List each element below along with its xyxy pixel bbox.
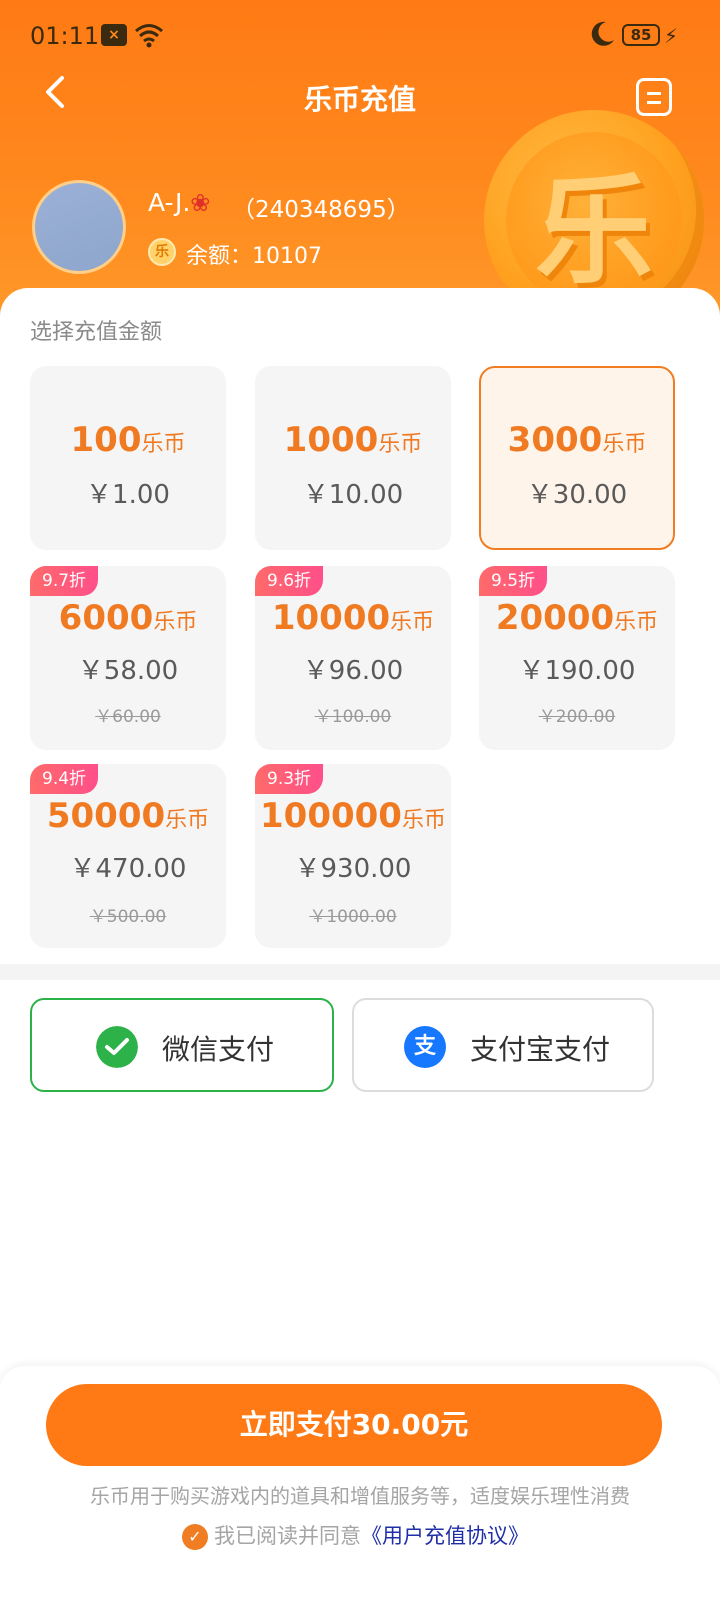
page-title: 乐币充值 <box>303 83 416 116</box>
balance: 余额：10107 <box>186 238 322 270</box>
discount-badge: 9.6折 <box>255 566 324 596</box>
package-coins: 3000乐币 <box>507 420 647 460</box>
package-price: ￥10.00 <box>302 480 404 510</box>
package-tile-20000[interactable]: 9.5折 20000乐币 ￥190.00 ￥200.00 <box>479 566 675 750</box>
avatar <box>32 180 126 274</box>
agree-text: 我已阅读并同意 <box>214 1524 361 1548</box>
package-price: ￥930.00 <box>294 854 412 884</box>
wechat-pay-button[interactable]: 微信支付 <box>30 998 334 1092</box>
package-tile-6000[interactable]: 9.7折 6000乐币 ￥58.00 ￥60.00 <box>30 566 226 750</box>
package-price: ￥96.00 <box>302 656 404 686</box>
package-coins: 20000乐币 <box>495 598 659 638</box>
section-divider <box>0 964 720 980</box>
consumption-note: 乐币用于购买游戏内的道具和增值服务等，适度娱乐理性消费 <box>90 1484 630 1508</box>
package-price: ￥30.00 <box>526 480 628 510</box>
package-coins: 100乐币 <box>70 420 186 460</box>
discount-badge: 9.5折 <box>479 566 548 596</box>
user-name-text: A-J. <box>148 188 191 217</box>
wifi-icon <box>135 24 163 48</box>
package-original-price: ￥200.00 <box>538 707 616 727</box>
sim-icon: × <box>101 24 127 46</box>
user-id: （240348695） <box>232 197 410 223</box>
package-tile-50000[interactable]: 9.4折 50000乐币 ￥470.00 ￥500.00 <box>30 764 226 948</box>
status-bar: 01:11 × 85 ⚡ <box>0 0 720 72</box>
package-tile-100[interactable]: 100乐币 ￥1.00 <box>30 366 226 550</box>
discount-badge: 9.7折 <box>30 566 99 596</box>
alipay-label: 支付宝支付 <box>470 1033 611 1066</box>
package-coins: 1000乐币 <box>283 420 423 460</box>
package-price: ￥58.00 <box>77 656 179 686</box>
coin-illustration-glyph: 乐 <box>506 132 682 308</box>
package-tile-10000[interactable]: 9.6折 10000乐币 ￥96.00 ￥100.00 <box>255 566 451 750</box>
balance-value: 10107 <box>252 244 323 269</box>
battery-icon: 85 <box>622 24 660 46</box>
wechat-pay-label: 微信支付 <box>162 1033 275 1066</box>
package-original-price: ￥100.00 <box>314 707 392 727</box>
package-price: ￥1.00 <box>86 480 170 510</box>
alipay-button[interactable]: 支 支付宝支付 <box>352 998 654 1092</box>
status-time: 01:11 <box>30 22 100 50</box>
discount-badge: 9.3折 <box>255 764 324 794</box>
package-tile-3000[interactable]: 3000乐币 ￥30.00 <box>479 366 675 550</box>
coin-icon: 乐 <box>148 238 176 266</box>
rose-icon: ❀ <box>190 189 211 217</box>
agree-checkbox-icon[interactable]: ✓ <box>182 1524 208 1550</box>
balance-label: 余额： <box>186 244 253 269</box>
package-coins: 50000乐币 <box>46 796 210 836</box>
package-price: ￥190.00 <box>518 656 636 686</box>
package-original-price: ￥1000.00 <box>309 907 397 927</box>
charging-icon: ⚡ <box>664 24 679 48</box>
alipay-icon: 支 <box>404 1026 446 1068</box>
package-original-price: ￥500.00 <box>89 907 167 927</box>
package-coins: 10000乐币 <box>271 598 435 638</box>
pay-now-button[interactable]: 立即支付30.00元 <box>46 1384 662 1466</box>
package-original-price: ￥60.00 <box>95 707 161 727</box>
package-coins: 6000乐币 <box>58 598 198 638</box>
section-label: 选择充值金额 <box>30 320 163 345</box>
recharge-record-icon[interactable] <box>636 78 672 116</box>
package-tile-100000[interactable]: 9.3折 100000乐币 ￥930.00 ￥1000.00 <box>255 764 451 948</box>
wechat-icon <box>96 1026 138 1068</box>
package-price: ￥470.00 <box>69 854 187 884</box>
agreement-row: ✓ 我已阅读并同意《用户充值协议》 <box>182 1520 529 1550</box>
user-name: A-J.❀ <box>148 188 210 217</box>
discount-badge: 9.4折 <box>30 764 99 794</box>
package-tile-1000[interactable]: 1000乐币 ￥10.00 <box>255 366 451 550</box>
package-coins: 100000乐币 <box>260 796 446 836</box>
agreement-link[interactable]: 《用户充值协议》 <box>361 1524 529 1548</box>
moon-icon <box>591 21 614 46</box>
